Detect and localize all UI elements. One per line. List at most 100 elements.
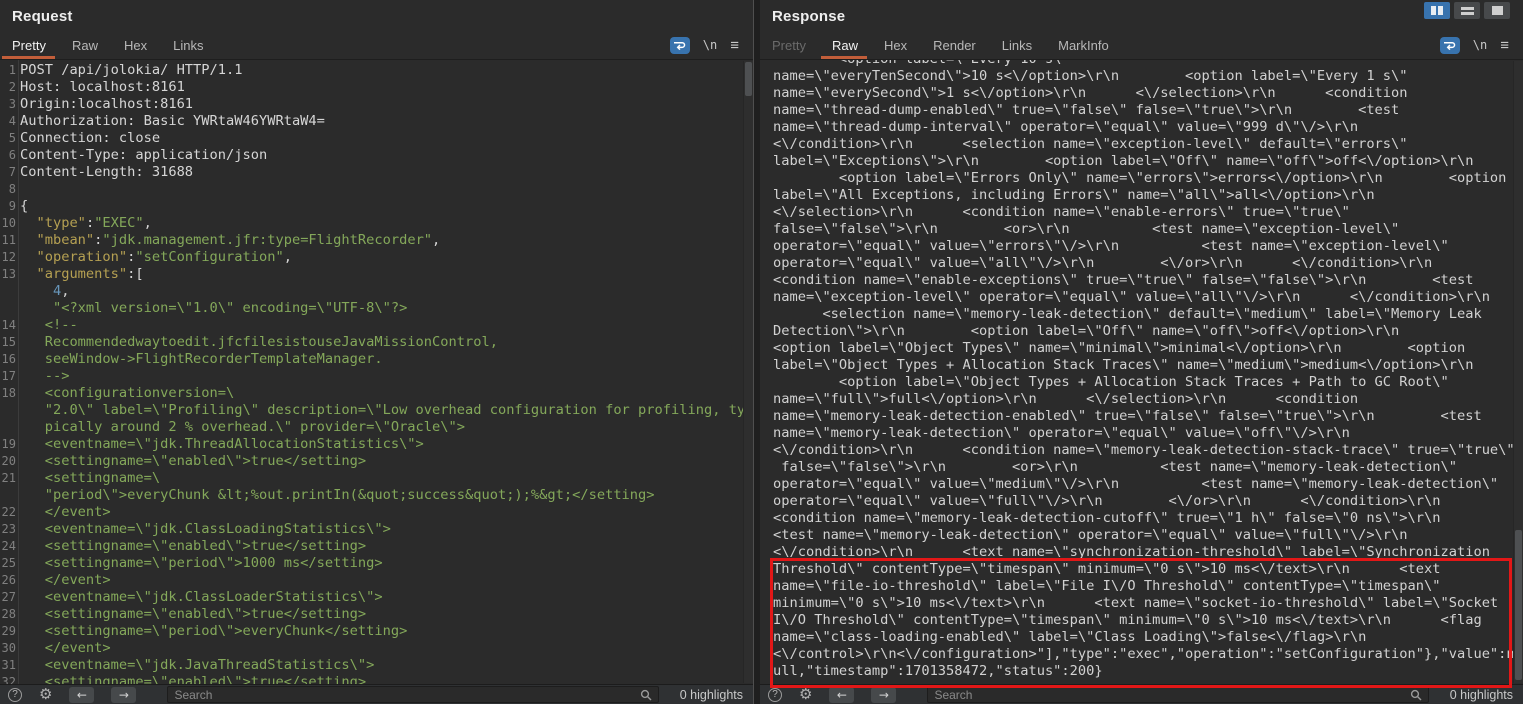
code-line: label=\"Exceptions\">\r\n <option label=… (773, 153, 1523, 170)
code-line: I\/O Threshold\" contentType=\"timespan\… (773, 612, 1523, 629)
search-prev-button[interactable]: ← (829, 687, 854, 703)
layout-columns-button[interactable] (1424, 2, 1450, 19)
request-search-input[interactable] (174, 688, 639, 702)
line-number: 23 (0, 521, 17, 538)
app-root: Request PrettyRawHexLinks \n ≡ 1POST /ap… (0, 0, 1523, 704)
code-line: "<?xml version=\"1.0\" encoding=\"UTF-8\… (0, 300, 753, 317)
code-line: <test name=\"memory-leak-detection\" ope… (773, 527, 1523, 544)
request-editor[interactable]: 1POST /api/jolokia/ HTTP/1.12Host: local… (0, 60, 753, 684)
response-scrollbar-thumb[interactable] (1515, 530, 1522, 680)
response-search-box (927, 686, 1428, 703)
code-line: name=\"exception-level\" operator=\"equa… (773, 289, 1523, 306)
line-number: 9 (0, 198, 17, 215)
rows-icon (1461, 7, 1474, 15)
code-line: <condition name=\"enable-exceptions\" tr… (773, 272, 1523, 289)
settings-gear-icon[interactable]: ⚙ (39, 687, 52, 702)
line-number (0, 419, 17, 436)
code-line: false=\"false\">\r\n <or>\r\n <test name… (773, 459, 1523, 476)
word-wrap-icon (673, 40, 686, 51)
response-viewer[interactable]: <option label=\"Every 10 s\"name=\"every… (760, 60, 1523, 684)
line-number: 27 (0, 589, 17, 606)
code-line: Threshold\" contentType=\"timespan\" min… (773, 561, 1523, 578)
code-line: name=\"everyTenSecond\">10 s<\/option>\r… (773, 68, 1523, 85)
tab-pretty[interactable]: Pretty (760, 31, 819, 59)
tab-pretty[interactable]: Pretty (0, 31, 59, 59)
tab-raw[interactable]: Raw (819, 31, 871, 59)
tab-raw[interactable]: Raw (59, 31, 111, 59)
response-search-input[interactable] (934, 688, 1409, 702)
tab-render[interactable]: Render (920, 31, 989, 59)
code-line: <\/condition>\r\n <selection name=\"exce… (773, 136, 1523, 153)
code-line: 19 <eventname=\"jdk.ThreadAllocationStat… (0, 436, 753, 453)
settings-gear-icon[interactable]: ⚙ (799, 687, 812, 702)
code-line: operator=\"equal\" value=\"errors\"\/>\r… (773, 238, 1523, 255)
code-line: 6Content-Type: application/json (0, 147, 753, 164)
code-line: 14 <!-- (0, 317, 753, 334)
line-number: 21 (0, 470, 17, 487)
layout-single-button[interactable] (1484, 2, 1510, 19)
code-line: 15 Recommendedwaytoedit.jfcfilesistouseJ… (0, 334, 753, 351)
line-number: 5 (0, 130, 17, 147)
line-number: 24 (0, 538, 17, 555)
panel-menu-icon[interactable]: ≡ (1500, 37, 1509, 54)
line-number: 15 (0, 334, 17, 351)
response-tabs: PrettyRawHexRenderLinksMarkInfo (760, 31, 1122, 59)
code-line: 24 <settingname=\"enabled\">true</settin… (0, 538, 753, 555)
tab-markinfo[interactable]: MarkInfo (1045, 31, 1122, 59)
code-line: 7Content-Length: 31688 (0, 164, 753, 181)
request-panel: Request PrettyRawHexLinks \n ≡ 1POST /ap… (0, 0, 754, 704)
panel-menu-icon[interactable]: ≡ (730, 37, 739, 54)
code-line: 21 <settingname=\ (0, 470, 753, 487)
line-number: 16 (0, 351, 17, 368)
code-line: pically around 2 % overhead.\" provider=… (0, 419, 753, 436)
code-line: 8 (0, 181, 753, 198)
code-line: name=\"full\">full<\/option>\r\n <\/sele… (773, 391, 1523, 408)
search-icon (640, 689, 652, 701)
tab-hex[interactable]: Hex (111, 31, 160, 59)
tab-links[interactable]: Links (989, 31, 1045, 59)
line-number: 7 (0, 164, 17, 181)
request-search-box (167, 686, 658, 703)
request-scrollbar-thumb[interactable] (745, 62, 752, 96)
line-number: 20 (0, 453, 17, 470)
response-title: Response (772, 8, 845, 25)
code-line: 1POST /api/jolokia/ HTTP/1.1 (0, 62, 753, 79)
code-line: operator=\"equal\" value=\"medium\"\/>\r… (773, 476, 1523, 493)
line-number: 18 (0, 385, 17, 402)
response-searchbar: ? ⚙ ← → 0 highlights (760, 684, 1523, 704)
line-number: 6 (0, 147, 17, 164)
code-line: 22 </event> (0, 504, 753, 521)
code-line: name=\"file-io-threshold\" label=\"File … (773, 578, 1523, 595)
code-line: Detection\">\r\n <option label=\"Off\" n… (773, 323, 1523, 340)
code-line: 27 <eventname=\"jdk.ClassLoaderStatistic… (0, 589, 753, 606)
line-number: 13 (0, 266, 17, 283)
request-tab-tools: \n ≡ (670, 31, 753, 59)
show-newlines-toggle[interactable]: \n (703, 38, 717, 52)
word-wrap-toggle[interactable] (1440, 37, 1460, 54)
search-next-button[interactable]: → (111, 687, 136, 703)
line-number: 2 (0, 79, 17, 96)
tab-links[interactable]: Links (160, 31, 216, 59)
code-line: label=\"All Exceptions, including Errors… (773, 187, 1523, 204)
search-next-button[interactable]: → (871, 687, 896, 703)
code-line: <\/control>\r\n<\/configuration>"],"type… (773, 646, 1523, 663)
line-number: 25 (0, 555, 17, 572)
help-icon[interactable]: ? (768, 688, 782, 702)
search-prev-button[interactable]: ← (69, 687, 94, 703)
code-line: minimum=\"0 s\">10 ms<\/text>\r\n <text … (773, 595, 1523, 612)
help-icon[interactable]: ? (8, 688, 22, 702)
layout-rows-button[interactable] (1454, 2, 1480, 19)
word-wrap-icon (1443, 40, 1456, 51)
response-tab-tools: \n ≡ (1440, 31, 1523, 59)
show-newlines-toggle[interactable]: \n (1473, 38, 1487, 52)
tab-hex[interactable]: Hex (871, 31, 920, 59)
code-line: <selection name=\"memory-leak-detection\… (773, 306, 1523, 323)
response-highlights-count: 0 highlights (1450, 688, 1513, 702)
line-number: 10 (0, 215, 17, 232)
response-scrollbar-track[interactable] (1513, 61, 1523, 683)
line-number: 28 (0, 606, 17, 623)
code-line: 4, (0, 283, 753, 300)
word-wrap-toggle[interactable] (670, 37, 690, 54)
code-line: 32 <settingname=\"enabled\">true</settin… (0, 674, 753, 684)
request-scrollbar-track[interactable] (743, 61, 753, 683)
